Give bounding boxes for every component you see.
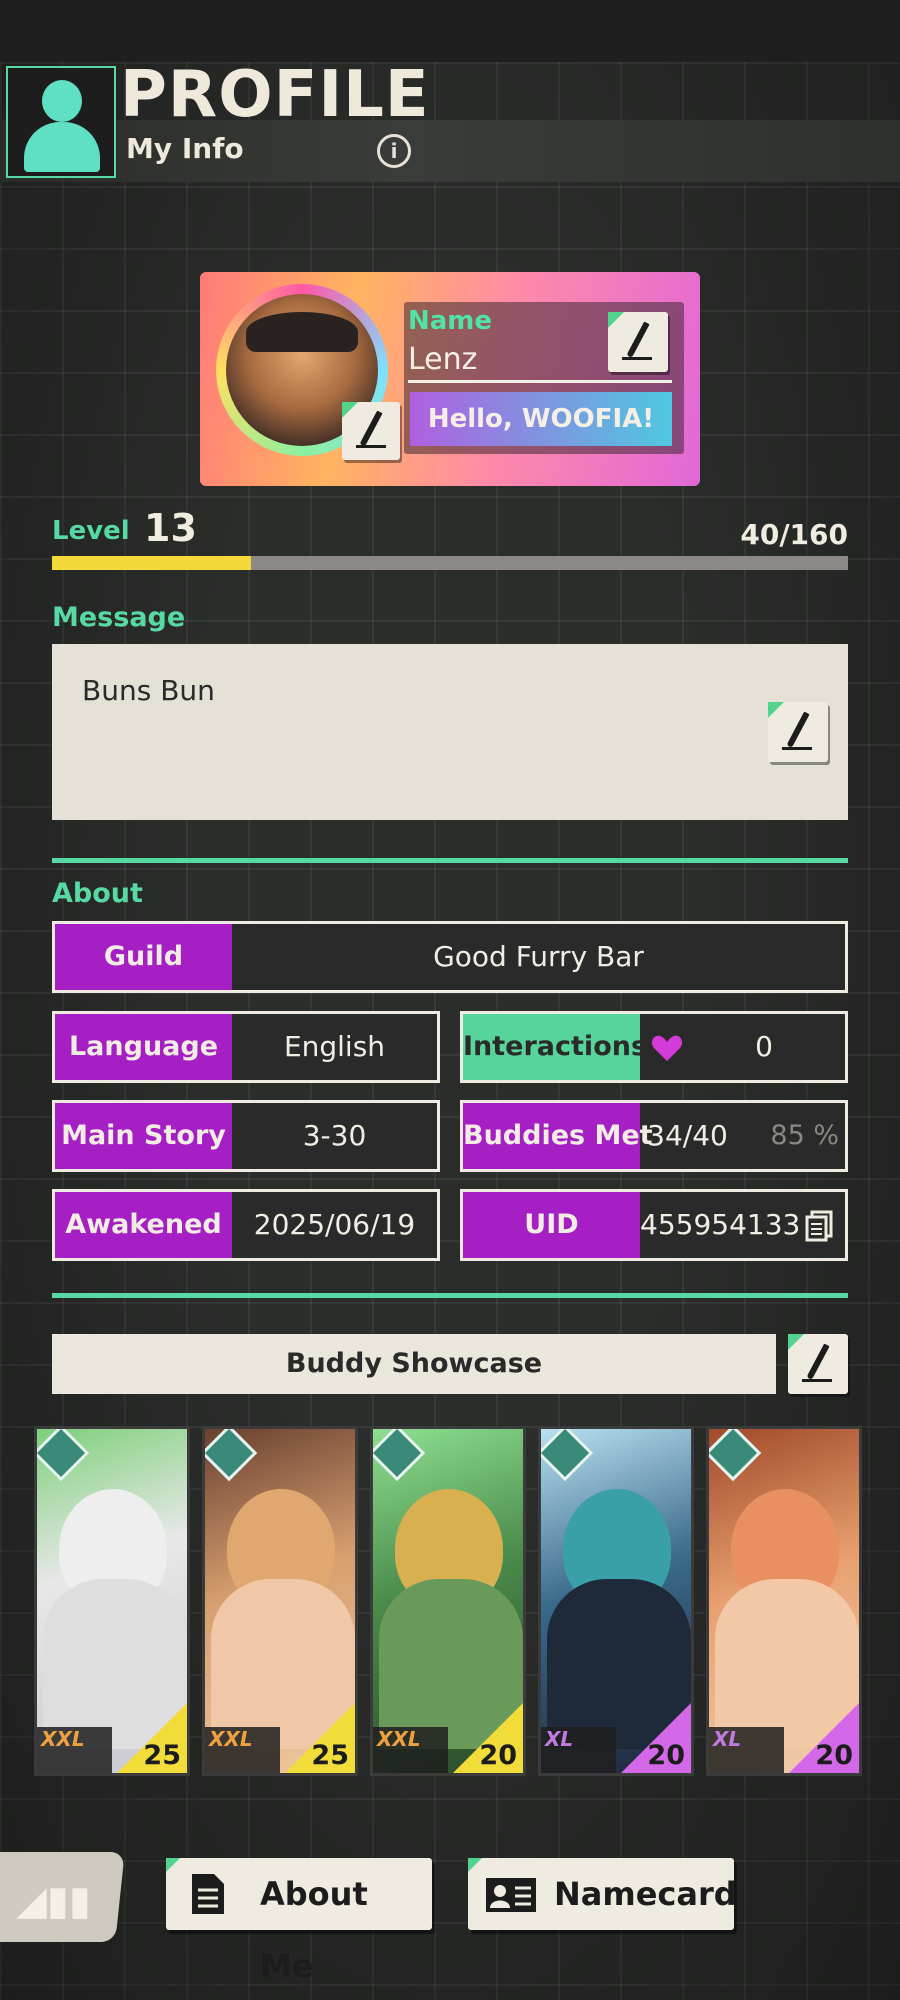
buddy-card[interactable]: XL 20	[706, 1426, 862, 1776]
guild-value: Good Furry Bar	[433, 940, 644, 973]
copy-icon[interactable]	[805, 1210, 833, 1242]
about-me-label: About Me	[260, 1875, 368, 1985]
interactions-key: Interactions	[463, 1014, 647, 1080]
level-label: Level	[52, 516, 130, 546]
buddy-level: 20	[479, 1740, 517, 1771]
pen-icon	[786, 711, 810, 748]
buddies-met-value: 34/40	[647, 1119, 728, 1152]
profile-namecard: Name Lenz Hello, WOOFIA!	[200, 272, 700, 486]
name-underline	[408, 380, 672, 383]
edit-showcase-button[interactable]	[788, 1334, 848, 1394]
level-exp-bar	[52, 556, 848, 570]
buddies-met-key: Buddies Met	[463, 1103, 653, 1169]
user-icon-body	[24, 122, 100, 172]
header: PROFILE My Info i	[0, 0, 900, 200]
awakened-key: Awakened	[55, 1192, 232, 1258]
buddy-level: 20	[815, 1740, 853, 1771]
back-arrow-icon: ◢▮▮	[16, 1878, 91, 1924]
page-title: PROFILE	[120, 58, 430, 132]
player-name: Lenz	[408, 342, 478, 377]
profile-user-icon	[6, 66, 116, 178]
edit-name-button[interactable]	[608, 312, 668, 372]
buddy-size: XL	[545, 1727, 574, 1751]
buddies-met-percent: 85 %	[770, 1120, 839, 1151]
document-icon	[192, 1874, 224, 1914]
header-top-strip	[0, 0, 900, 62]
language-row: Language English	[52, 1011, 440, 1083]
namecard-label: Namecard	[554, 1875, 737, 1913]
user-icon-head	[42, 80, 82, 122]
edit-message-button[interactable]	[768, 702, 828, 762]
pen-underline	[622, 357, 652, 360]
heart-icon	[651, 1035, 683, 1061]
level-exp-fill	[52, 556, 251, 570]
buddy-level: 20	[647, 1740, 685, 1771]
section-divider	[52, 858, 848, 863]
buddy-level: 25	[143, 1740, 181, 1771]
buddies-met-row: Buddies Met 34/40 85 %	[460, 1100, 848, 1172]
guild-row[interactable]: Guild Good Furry Bar	[52, 921, 848, 993]
buddy-card[interactable]: XXL 20	[370, 1426, 526, 1776]
message-text: Buns Bun	[82, 674, 215, 707]
level-value: 13	[144, 506, 197, 550]
uid-row: UID 455954133	[460, 1189, 848, 1261]
buddy-card[interactable]: XXL 25	[202, 1426, 358, 1776]
buddy-card[interactable]: XL 20	[538, 1426, 694, 1776]
message-box: Buns Bun	[52, 644, 848, 820]
guild-key: Guild	[55, 924, 232, 990]
name-label: Name	[408, 306, 493, 336]
pen-underline	[782, 747, 812, 750]
buddy-card[interactable]: XXL 25	[34, 1426, 190, 1776]
pen-underline	[802, 1379, 832, 1382]
about-me-button[interactable]: About Me	[166, 1858, 432, 1985]
pen-icon	[626, 321, 650, 358]
info-icon[interactable]: i	[377, 134, 411, 168]
id-card-icon	[486, 1878, 536, 1912]
pen-icon	[359, 410, 383, 447]
interactions-row: Interactions 0	[460, 1011, 848, 1083]
level-exp-text: 40/160	[740, 518, 848, 551]
main-story-value: 3-30	[302, 1119, 367, 1152]
main-story-key: Main Story	[55, 1103, 232, 1169]
language-value: English	[283, 1030, 386, 1063]
uid-value: 455954133	[640, 1208, 801, 1241]
buddy-showcase-bar: Buddy Showcase	[52, 1334, 776, 1394]
avatar-hat	[246, 312, 358, 352]
language-key: Language	[55, 1014, 232, 1080]
greeting-banner[interactable]: Hello, WOOFIA!	[410, 392, 672, 446]
buddy-size: XXL	[209, 1727, 253, 1751]
page-subtitle: My Info	[126, 132, 244, 165]
uid-key: UID	[463, 1192, 640, 1258]
about-label: About	[52, 878, 143, 909]
buddy-size: XXL	[377, 1727, 421, 1751]
buddy-size: XXL	[41, 1727, 85, 1751]
awakened-value: 2025/06/19	[253, 1208, 416, 1241]
namecard-button[interactable]: Namecard	[468, 1858, 737, 1930]
awakened-row: Awakened 2025/06/19	[52, 1189, 440, 1261]
buddy-level: 25	[311, 1740, 349, 1771]
message-label: Message	[52, 602, 186, 633]
greeting-text: Hello, WOOFIA!	[427, 404, 655, 434]
interactions-value: 0	[755, 1030, 773, 1063]
edit-avatar-button[interactable]	[342, 402, 400, 460]
buddy-showcase-title: Buddy Showcase	[285, 1348, 543, 1379]
section-divider	[52, 1293, 848, 1298]
main-story-row: Main Story 3-30	[52, 1100, 440, 1172]
buddy-size: XL	[713, 1727, 742, 1751]
pen-underline	[356, 445, 386, 448]
buddy-cards: XXL 25 XXL 25 XXL 20 XL 20 XL 20	[34, 1426, 868, 1776]
pen-icon	[806, 1343, 830, 1380]
